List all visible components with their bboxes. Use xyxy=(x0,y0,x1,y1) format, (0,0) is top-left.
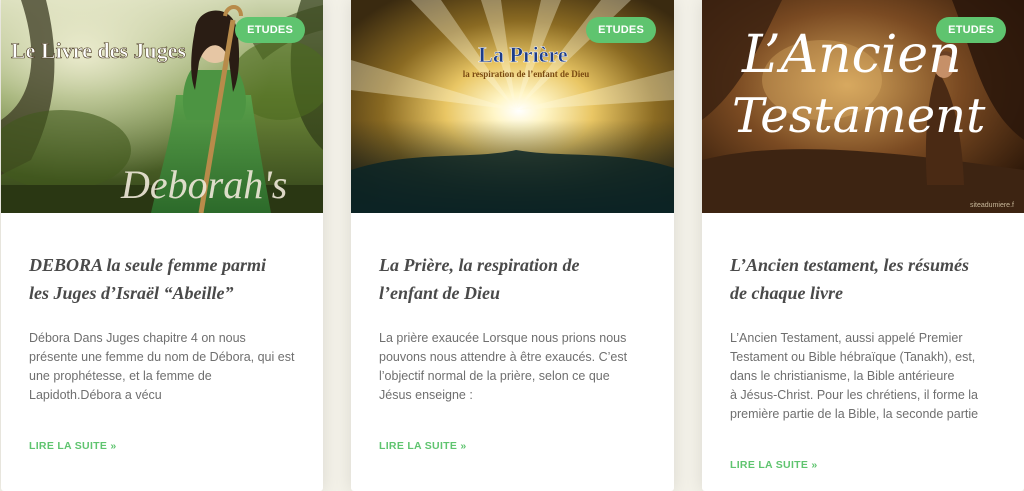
post-title[interactable]: L’Ancien testament, les résumés de chaqu… xyxy=(730,251,996,307)
category-badge[interactable]: ETUDES xyxy=(586,17,656,43)
post-card-body: La Prière, la respiration de l’enfant de… xyxy=(351,213,674,405)
post-thumbnail-priere[interactable]: La Prière la respiration de l’enfant de … xyxy=(351,0,674,213)
excerpt-line: présente une femme du nom de Débora, qui… xyxy=(29,350,295,364)
post-title-line: DEBORA la seule femme parmi xyxy=(29,255,267,275)
read-more-link[interactable]: LIRE LA SUITE » xyxy=(730,459,818,471)
post-title-line: de chaque livre xyxy=(730,283,843,303)
post-title-line: l’enfant de Dieu xyxy=(379,283,500,303)
post-card-debora: Le Livre des Juges Deborah's ETUDES DEBO… xyxy=(1,0,323,491)
post-card-body: DEBORA la seule femme parmi les Juges d’… xyxy=(1,213,323,405)
post-thumbnail-debora[interactable]: Le Livre des Juges Deborah's ETUDES xyxy=(1,0,323,213)
post-card-priere: La Prière la respiration de l’enfant de … xyxy=(351,0,674,491)
priere-image-title: La Prière xyxy=(478,42,568,67)
excerpt-line: Débora Dans Juges chapitre 4 on nous xyxy=(29,331,246,345)
excerpt-line: La prière exaucée Lorsque nous prions no… xyxy=(379,331,627,345)
image-watermark: siteadumiere.f xyxy=(970,202,1014,209)
excerpt-line: Jésus enseigne : xyxy=(379,388,473,402)
debora-image-caption: Deborah's xyxy=(120,162,287,207)
post-title[interactable]: DEBORA la seule femme parmi les Juges d’… xyxy=(29,251,295,307)
ancien-testament-image-title-line: L’Ancien xyxy=(741,25,962,85)
post-title[interactable]: La Prière, la respiration de l’enfant de… xyxy=(379,251,646,307)
debora-image-title: Le Livre des Juges xyxy=(11,38,186,63)
read-more-link[interactable]: LIRE LA SUITE » xyxy=(29,440,117,452)
post-title-line: La Prière, la respiration de xyxy=(379,255,580,275)
post-card-ancien-testament: L’Ancien Testament siteadumiere.f ETUDES… xyxy=(702,0,1024,491)
post-excerpt: L’Ancien Testament, aussi appelé Premier… xyxy=(730,329,996,424)
post-excerpt: La prière exaucée Lorsque nous prions no… xyxy=(379,329,646,405)
excerpt-line: Testament ou Bible hébraïque (Tanakh), e… xyxy=(730,350,976,364)
excerpt-line: première partie de la Bible, la seconde … xyxy=(730,407,979,421)
excerpt-line: Lapidoth.Débora a vécu xyxy=(29,388,162,402)
post-title-line: L’Ancien testament, les résumés xyxy=(730,255,970,275)
post-excerpt: Débora Dans Juges chapitre 4 on nous pré… xyxy=(29,329,295,405)
excerpt-line: à Jésus-Christ. Pour les chrétiens, il f… xyxy=(730,388,979,402)
post-thumbnail-ancien-testament[interactable]: L’Ancien Testament siteadumiere.f ETUDES xyxy=(702,0,1024,213)
excerpt-line: L’Ancien Testament, aussi appelé Premier xyxy=(730,331,963,345)
post-title-line: les Juges d’Israël “Abeille” xyxy=(29,283,234,303)
excerpt-line: une prophétesse, et la femme de xyxy=(29,369,212,383)
excerpt-line: dans le christianisme, la Bible antérieu… xyxy=(730,369,955,383)
read-more-link[interactable]: LIRE LA SUITE » xyxy=(379,440,467,452)
excerpt-line: pouvons nous attendre à être exaucés. C’… xyxy=(379,350,628,364)
priere-image-subtitle: la respiration de l’enfant de Dieu xyxy=(463,69,590,79)
category-badge[interactable]: ETUDES xyxy=(235,17,305,43)
ancien-testament-image-title-line: Testament xyxy=(732,88,986,144)
post-card-body: L’Ancien testament, les résumés de chaqu… xyxy=(702,213,1024,424)
excerpt-line: l’objectif normal de la prière, selon ce… xyxy=(379,369,610,383)
category-badge[interactable]: ETUDES xyxy=(936,17,1006,43)
